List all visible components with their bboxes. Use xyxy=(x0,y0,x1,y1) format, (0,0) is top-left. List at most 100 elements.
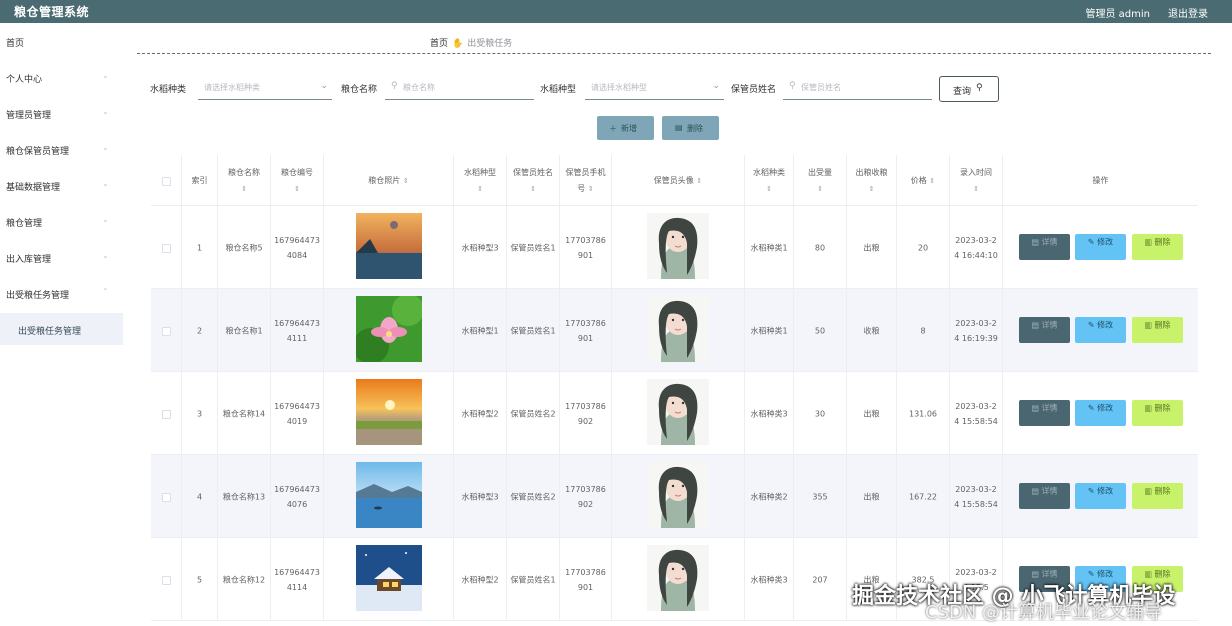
cell-avatar xyxy=(612,455,745,538)
view-detail-button[interactable]: ▤ 详情 xyxy=(1019,234,1070,260)
cell-ops: ▤ 详情 ✎ 修改 ▥ 删除 xyxy=(1003,372,1198,455)
table-row: 4 粮仓名称13 1679644734076 水稻种型3 保管员姓名2 177037869… xyxy=(151,455,1198,538)
logout-link[interactable]: 退出登录 xyxy=(1168,5,1208,20)
header-kind[interactable]: 水稻种型 ⇕ xyxy=(454,155,507,206)
sidebar-item-granary-management[interactable]: 粮仓管理 ⌄ xyxy=(0,203,123,239)
sort-icon[interactable]: ⇕ xyxy=(530,185,536,193)
delete-button[interactable]: ▥ 删除 xyxy=(1132,317,1183,343)
keeper-name-input[interactable]: ⚲ 保管员姓名 xyxy=(783,76,932,100)
sort-icon[interactable]: ⇕ xyxy=(241,185,247,193)
delete-button[interactable]: ▥ 删除 xyxy=(1132,234,1183,260)
cell-text: 粮仓名称1 xyxy=(225,326,263,335)
sidebar-item-keeper-management[interactable]: 粮仓保管员管理 ⌄ xyxy=(0,131,123,167)
cell-photo xyxy=(324,372,454,455)
view-detail-button[interactable]: ▤ 详情 xyxy=(1019,400,1070,426)
keeper-avatar-image xyxy=(647,296,709,362)
header-select-all xyxy=(151,155,182,206)
granary-name-label: 粮仓名称 xyxy=(341,85,378,95)
cell-text: 粮仓名称5 xyxy=(225,243,263,252)
granary-photo-image xyxy=(356,379,422,445)
add-button[interactable]: ＋ 新增 xyxy=(597,116,654,140)
cell-text: 1679644734114 xyxy=(274,567,320,592)
delete-button[interactable]: ▥ 删除 xyxy=(1132,483,1183,509)
row-checkbox[interactable] xyxy=(162,326,171,336)
header-price[interactable]: 价格 ⇕ xyxy=(897,155,950,206)
cell-text: 2023-03-24 16:44:10 xyxy=(954,235,998,260)
sidebar-item-base-data[interactable]: 基础数据管理 ⌄ xyxy=(0,167,123,203)
header-label: 粮仓名称 xyxy=(228,167,260,177)
cell-check xyxy=(151,538,182,621)
chevron-down-icon: ⌄ xyxy=(712,81,720,91)
rice-type-select[interactable]: 请选择水稻种类 ⌄ xyxy=(198,76,332,100)
cell-text: 出粮 xyxy=(863,243,880,252)
sidebar-item-personal-center[interactable]: 个人中心 ⌄ xyxy=(0,59,123,95)
sidebar-item-label: 粮仓管理 xyxy=(6,219,43,229)
header-amount[interactable]: 出受量 ⇕ xyxy=(794,155,847,206)
sidebar-item-admin-management[interactable]: 管理员管理 ⌄ xyxy=(0,95,123,131)
edit-button[interactable]: ✎ 修改 xyxy=(1075,400,1126,426)
chevron-down-icon: ⌄ xyxy=(102,215,109,224)
sort-icon[interactable]: ⇕ xyxy=(403,177,409,185)
row-checkbox[interactable] xyxy=(162,575,171,585)
header-keeper[interactable]: 保管员姓名 ⇕ xyxy=(507,155,560,206)
cell-check xyxy=(151,289,182,372)
row-checkbox[interactable] xyxy=(162,409,171,419)
rice-kind-label: 水稻种型 xyxy=(540,85,577,95)
query-button[interactable]: 查询 ⚲ xyxy=(939,76,999,102)
edit-button[interactable]: ✎ 修改 xyxy=(1075,317,1126,343)
sort-icon[interactable]: ⇕ xyxy=(477,185,483,193)
delete-button-content: ▥ 删除 xyxy=(1132,484,1183,499)
sidebar-item-inout-management[interactable]: 出入库管理 ⌄ xyxy=(0,239,123,275)
sort-icon[interactable]: ⇕ xyxy=(869,185,875,193)
delete-button[interactable]: ▥ 删除 xyxy=(1132,400,1183,426)
view-detail-button[interactable]: ▤ 详情 xyxy=(1019,317,1070,343)
batch-delete-button[interactable]: ▤ 删除 xyxy=(662,116,719,140)
edit-button[interactable]: ✎ 修改 xyxy=(1075,483,1126,509)
sidebar-subitem-task-management[interactable]: 出受粮任务管理 xyxy=(0,313,123,345)
header-avatar[interactable]: 保管员头像 ⇕ xyxy=(612,155,745,206)
row-checkbox[interactable] xyxy=(162,243,171,253)
cell-amount: 50 xyxy=(794,289,847,372)
sort-icon[interactable]: ⇕ xyxy=(766,185,772,193)
header-type[interactable]: 水稻种类 ⇕ xyxy=(745,155,794,206)
edit-button[interactable]: ✎ 修改 xyxy=(1075,234,1126,260)
cell-text: 167.22 xyxy=(909,492,937,501)
cell-text: 2023-03-24 16:19:39 xyxy=(954,318,998,343)
row-checkbox[interactable] xyxy=(162,492,171,502)
cell-code: 1679644734084 xyxy=(271,206,324,289)
cell-name: 粮仓名称13 xyxy=(218,455,271,538)
cell-text: 30 xyxy=(814,409,826,418)
cell-text: 17703786901 xyxy=(565,235,606,260)
cell-text: 水稻种型2 xyxy=(461,409,499,418)
sort-icon[interactable]: ⇕ xyxy=(588,185,594,193)
admin-user-label: 管理员 admin xyxy=(1085,9,1150,20)
rice-kind-select[interactable]: 请选择水稻种型 ⌄ xyxy=(585,76,724,100)
header-direction[interactable]: 出粮收粮 ⇕ xyxy=(847,155,897,206)
header-code[interactable]: 粮仓编号 ⇕ xyxy=(271,155,324,206)
sort-icon[interactable]: ⇕ xyxy=(294,185,300,193)
sidebar-item-task-management[interactable]: 出受粮任务管理 ⌃ xyxy=(0,275,123,311)
header-name[interactable]: 粮仓名称 ⇕ xyxy=(218,155,271,206)
select-all-checkbox[interactable] xyxy=(162,176,171,186)
cell-name: 粮仓名称5 xyxy=(218,206,271,289)
sort-icon[interactable]: ⇕ xyxy=(929,177,935,185)
rice-kind-placeholder: 请选择水稻种型 xyxy=(591,83,647,92)
sort-icon[interactable]: ⇕ xyxy=(973,185,979,193)
header-label: 保管员姓名 xyxy=(513,167,553,177)
chevron-down-icon: ⌄ xyxy=(102,107,109,116)
cell-text: 2 xyxy=(196,326,203,335)
sort-icon[interactable]: ⇕ xyxy=(696,177,702,185)
breadcrumb-home[interactable]: 首页 xyxy=(430,39,448,49)
header-time[interactable]: 录入时间 ⇕ xyxy=(950,155,1003,206)
cell-time: 2023-03-24 15:58:54 xyxy=(950,372,1003,455)
sort-icon[interactable]: ⇕ xyxy=(817,185,823,193)
granary-name-input[interactable]: ⚲ 粮仓名称 xyxy=(385,76,534,100)
header-photo[interactable]: 粮仓照片 ⇕ xyxy=(324,155,454,206)
sidebar-item-home[interactable]: 首页 xyxy=(0,23,123,59)
view-detail-button[interactable]: ▤ 详情 xyxy=(1019,483,1070,509)
watermark-csdn: CSDN @计算机毕业论文辅导 xyxy=(925,602,1163,623)
cell-price: 167.22 xyxy=(897,455,950,538)
cell-ops: ▤ 详情 ✎ 修改 ▥ 删除 xyxy=(1003,455,1198,538)
cell-check xyxy=(151,206,182,289)
header-phone[interactable]: 保管员手机号 ⇕ xyxy=(560,155,612,206)
